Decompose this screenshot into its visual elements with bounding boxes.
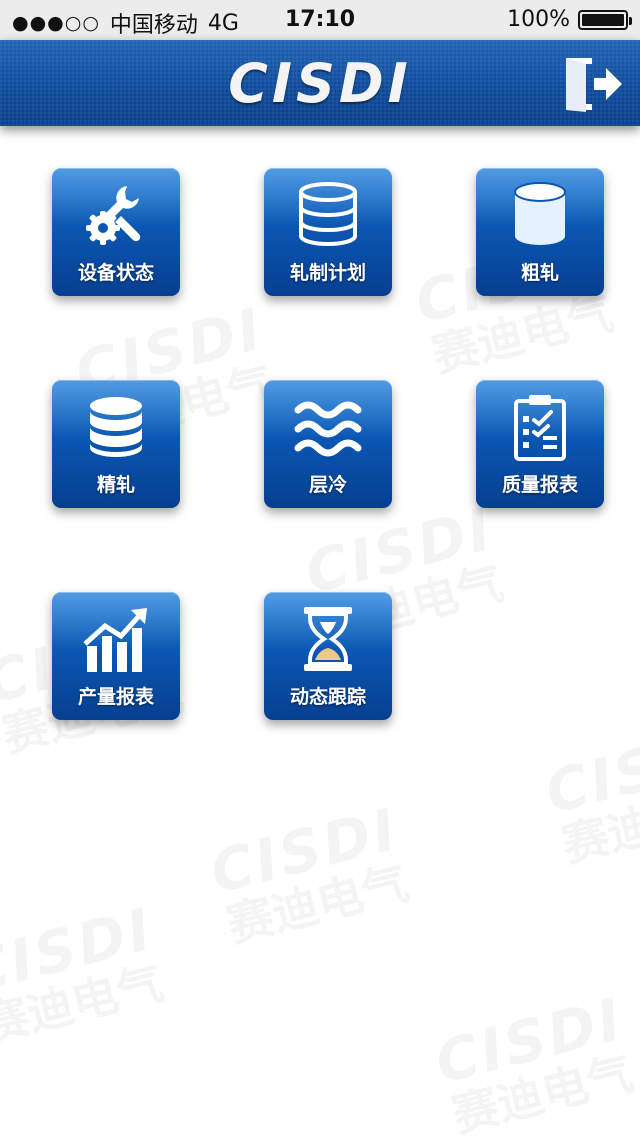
menu-tile-label: 质量报表 xyxy=(501,474,578,496)
menu-tile-output-report[interactable]: 产量报表 xyxy=(52,592,180,720)
menu-tile-label: 层冷 xyxy=(308,474,347,496)
clipboard-checklist-icon xyxy=(514,395,566,461)
menu-tile-quality-report[interactable]: 质量报表 xyxy=(476,380,604,508)
database-stack-icon xyxy=(299,182,357,246)
watermark: CISDI赛迪电气 xyxy=(0,895,171,1053)
menu-tile-laminar-cooling[interactable]: 层冷 xyxy=(264,380,392,508)
battery-percent: 100% xyxy=(507,7,570,32)
database-stack-icon xyxy=(90,397,142,457)
menu-tile-rough-rolling[interactable]: 粗轧 xyxy=(476,168,604,296)
exit-button[interactable] xyxy=(562,54,624,114)
menu-tile-label: 产量报表 xyxy=(77,686,154,708)
watermark: CISDI赛迪电气 xyxy=(539,715,640,873)
app-logo: CISDI xyxy=(228,52,412,115)
menu-tile-label: 动态跟踪 xyxy=(289,686,366,708)
watermark: CISDI赛迪电气 xyxy=(429,985,640,1143)
hourglass-icon xyxy=(304,607,352,671)
menu-tile-rolling-plan[interactable]: 轧制计划 xyxy=(264,168,392,296)
battery-fill xyxy=(582,13,624,26)
menu-tile-equipment-status[interactable]: 设备状态 xyxy=(52,168,180,296)
menu-tile-label: 设备状态 xyxy=(77,262,154,284)
status-bar: ●●●○○ 中国移动 4G 17:10 100% xyxy=(0,0,640,40)
wave-icon xyxy=(294,401,362,457)
wrench-gear-icon xyxy=(86,186,141,245)
menu-tile-label: 粗轧 xyxy=(520,262,559,284)
exit-door-icon xyxy=(566,58,622,112)
menu-tile-label: 精轧 xyxy=(96,474,135,496)
battery-icon xyxy=(578,9,632,30)
menu-tile-dynamic-tracking[interactable]: 动态跟踪 xyxy=(264,592,392,720)
cylinder-icon xyxy=(514,182,566,245)
bar-chart-trend-icon xyxy=(83,608,147,672)
menu-tile-label: 轧制计划 xyxy=(289,262,366,284)
nav-bar: CISDI xyxy=(0,40,640,126)
watermark: CISDI赛迪电气 xyxy=(204,795,416,953)
menu-tile-finish-rolling[interactable]: 精轧 xyxy=(52,380,180,508)
